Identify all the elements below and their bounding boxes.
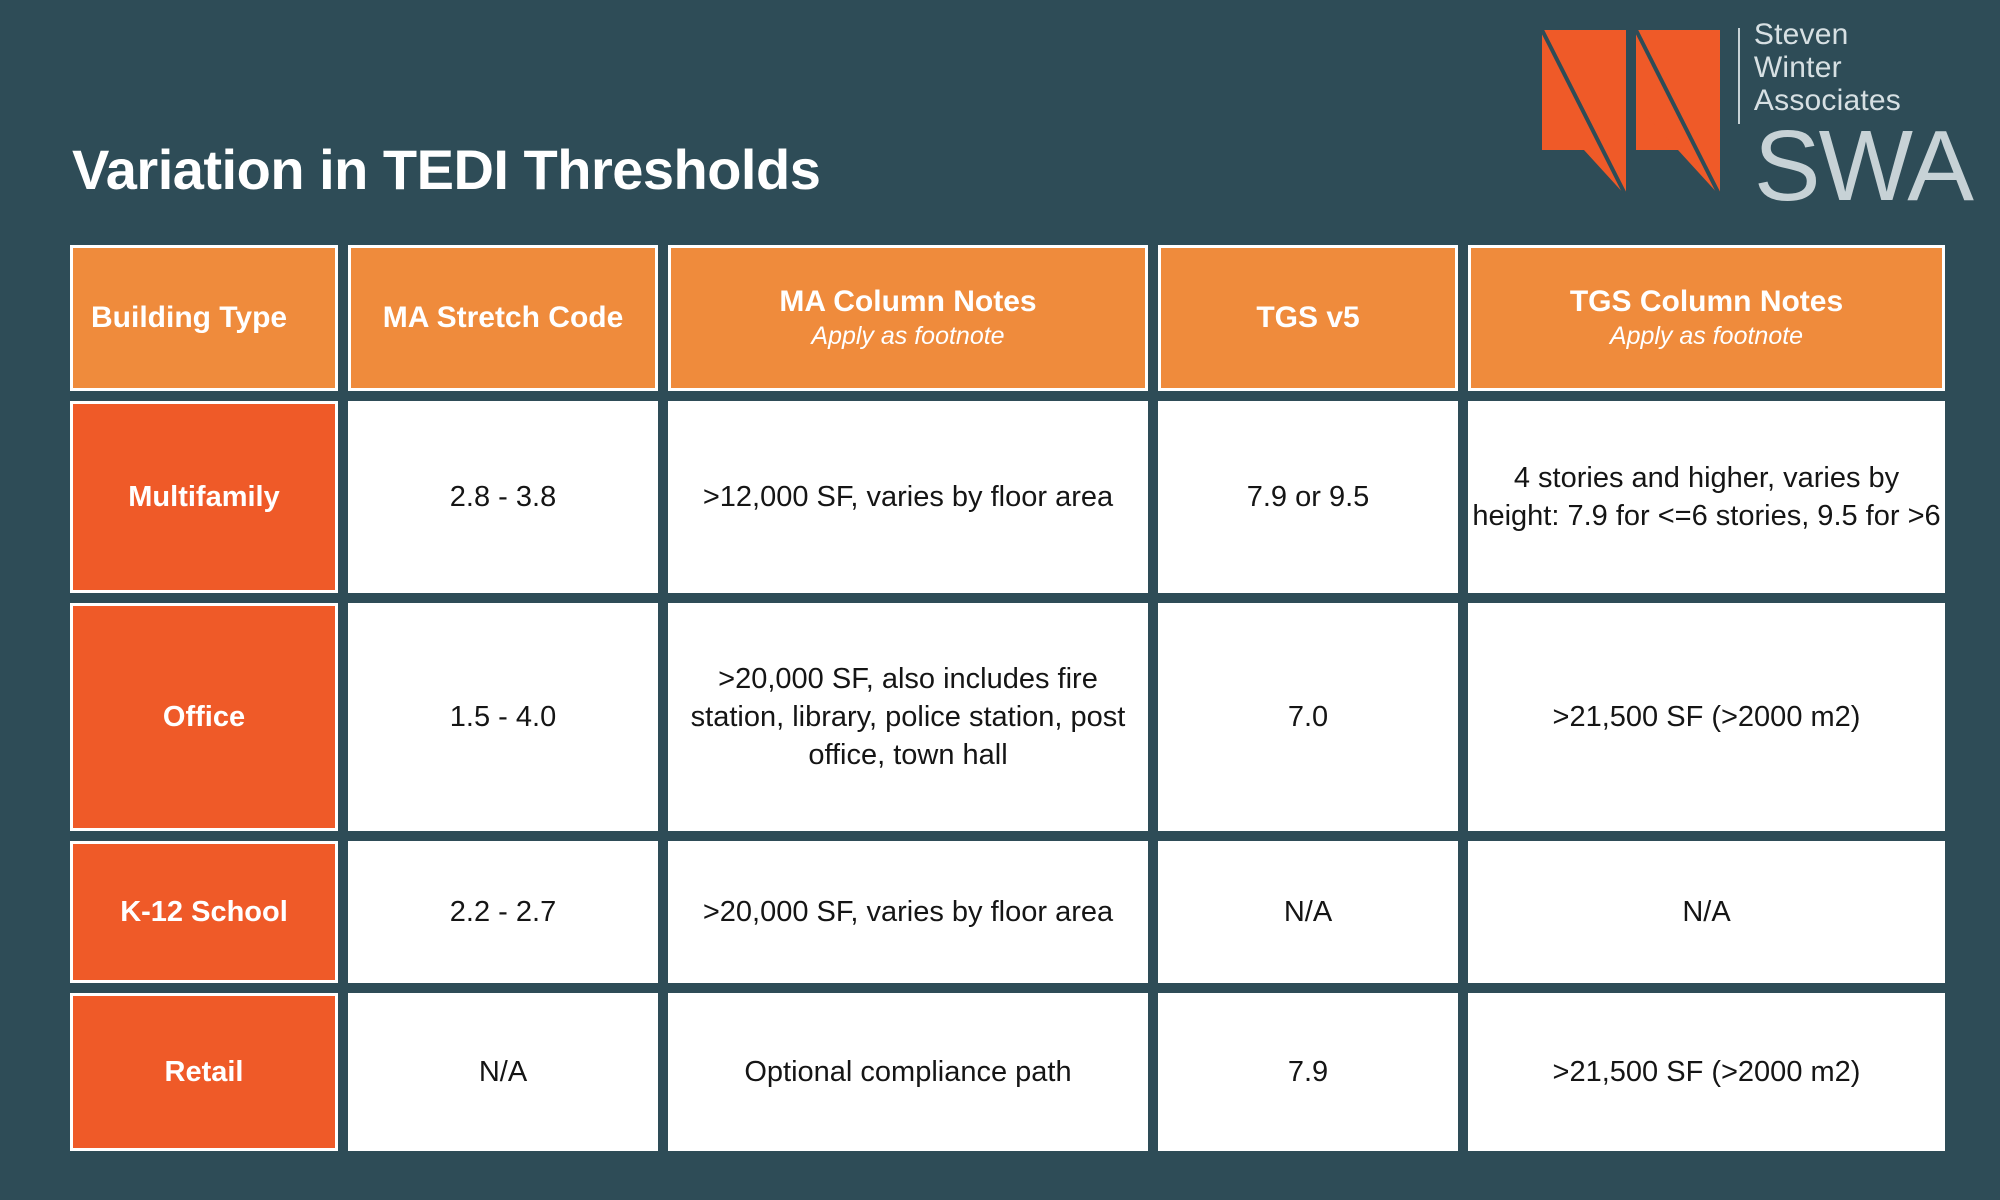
column-header-tgs-column-notes-label: TGS Column Notes	[1569, 285, 1844, 319]
logo-divider-rule	[1737, 28, 1740, 124]
logo-acronym: SWA	[1753, 110, 1974, 222]
cell-ma-stretch-code: 1.5 - 4.0	[348, 603, 658, 831]
logo-company-line1: Steven	[1753, 18, 1849, 51]
column-header-tgs-column-notes-sublabel: Apply as footnote	[1609, 321, 1804, 350]
column-header-ma-stretch-code: MA Stretch Code	[348, 245, 658, 391]
cell-tgs-v5: 7.0	[1158, 603, 1458, 831]
column-header-ma-stretch-code-label: MA Stretch Code	[382, 300, 624, 334]
cell-tgs-v5: 7.9	[1158, 993, 1458, 1151]
table-row: Retail N/A Optional compliance path 7.9 …	[70, 993, 1945, 1151]
tedi-thresholds-table: Building Type MA Stretch Code MA Column …	[60, 235, 1955, 1161]
cell-tgs-column-notes: 4 stories and higher, varies by height: …	[1468, 401, 1945, 593]
swa-logo-mark-icon	[1540, 29, 1722, 197]
logo-company-line2: Winter	[1753, 51, 1842, 84]
cell-ma-column-notes: >20,000 SF, also includes fire station, …	[668, 603, 1148, 831]
table-row: Multifamily 2.8 - 3.8 >12,000 SF, varies…	[70, 401, 1945, 593]
cell-ma-stretch-code: N/A	[348, 993, 658, 1151]
cell-ma-stretch-code: 2.2 - 2.7	[348, 841, 658, 983]
cell-ma-column-notes: Optional compliance path	[668, 993, 1148, 1151]
column-header-tgs-v5-label: TGS v5	[1256, 300, 1360, 334]
column-header-tgs-v5: TGS v5	[1158, 245, 1458, 391]
table-row: K-12 School 2.2 - 2.7 >20,000 SF, varies…	[70, 841, 1945, 983]
cell-tgs-v5: N/A	[1158, 841, 1458, 983]
cell-ma-stretch-code: 2.8 - 3.8	[348, 401, 658, 593]
page-title: Variation in TEDI Thresholds	[72, 138, 821, 201]
cell-tgs-v5: 7.9 or 9.5	[1158, 401, 1458, 593]
column-header-building-type: Building Type	[70, 245, 338, 391]
cell-tgs-column-notes: >21,500 SF (>2000 m2)	[1468, 603, 1945, 831]
table-header-row: Building Type MA Stretch Code MA Column …	[70, 245, 1945, 391]
row-label-multifamily: Multifamily	[70, 401, 338, 593]
table-row: Office 1.5 - 4.0 >20,000 SF, also includ…	[70, 603, 1945, 831]
cell-ma-column-notes: >12,000 SF, varies by floor area	[668, 401, 1148, 593]
logo-wordmark: Steven Winter Associates SWA	[1737, 18, 1974, 216]
row-label-retail: Retail	[70, 993, 338, 1151]
row-label-k12-school: K-12 School	[70, 841, 338, 983]
column-header-building-type-label: Building Type	[91, 300, 288, 334]
cell-ma-column-notes: >20,000 SF, varies by floor area	[668, 841, 1148, 983]
cell-tgs-column-notes: N/A	[1468, 841, 1945, 983]
tedi-thresholds-table-wrapper: Building Type MA Stretch Code MA Column …	[70, 245, 1945, 1151]
column-header-ma-column-notes: MA Column Notes Apply as footnote	[668, 245, 1148, 391]
column-header-tgs-column-notes: TGS Column Notes Apply as footnote	[1468, 245, 1945, 391]
column-header-ma-column-notes-sublabel: Apply as footnote	[811, 321, 1005, 350]
row-label-office: Office	[70, 603, 338, 831]
cell-tgs-column-notes: >21,500 SF (>2000 m2)	[1468, 993, 1945, 1151]
swa-logo: Steven Winter Associates SWA	[1540, 18, 1974, 216]
column-header-ma-column-notes-label: MA Column Notes	[779, 285, 1037, 319]
